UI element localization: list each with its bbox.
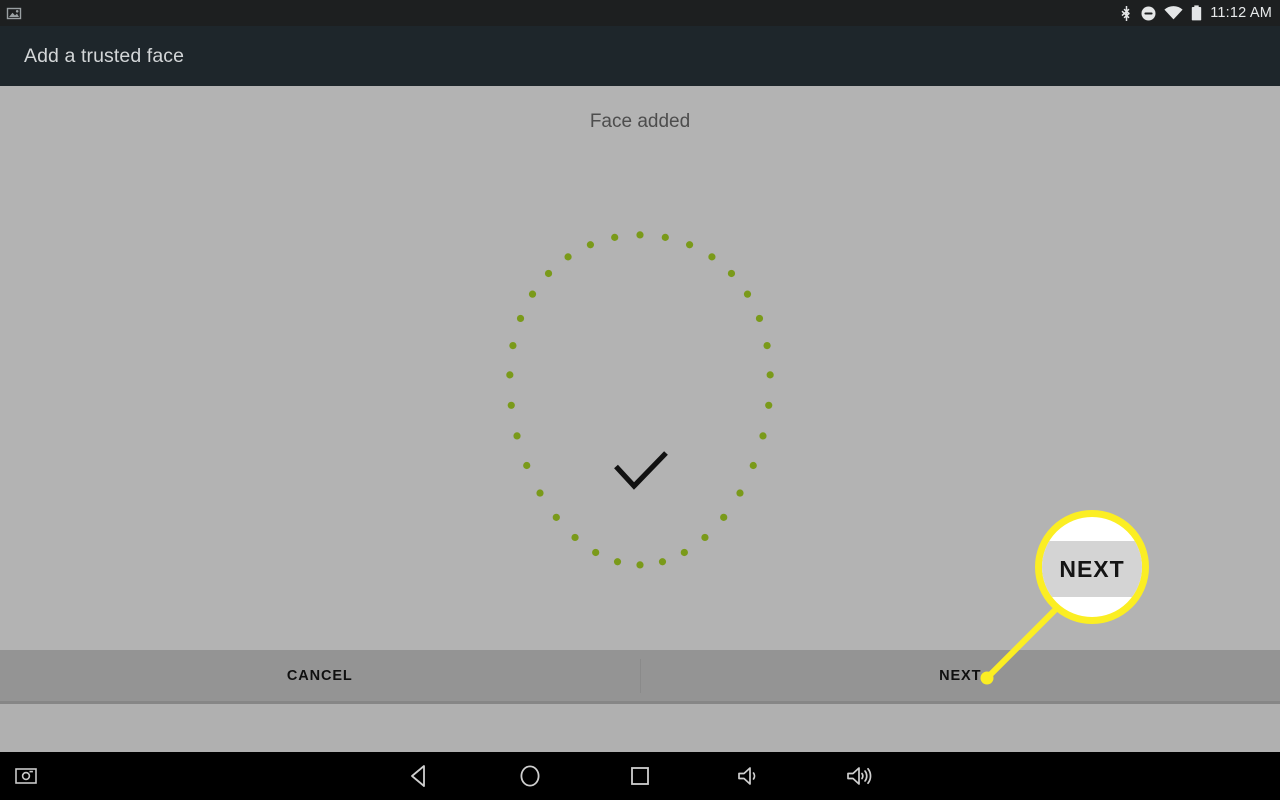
face-status-text: Face added bbox=[589, 111, 691, 132]
status-bar-notifications bbox=[6, 5, 22, 21]
status-bar: 11:12 AM bbox=[0, 0, 1280, 26]
wifi-icon bbox=[1164, 6, 1183, 20]
action-button-bar: CANCEL NEXT bbox=[0, 650, 1280, 701]
page-title: Add a trusted face bbox=[24, 44, 185, 67]
magnified-next-label: NEXT bbox=[1059, 555, 1125, 582]
volume-down-icon[interactable] bbox=[720, 752, 780, 800]
cancel-button[interactable]: CANCEL bbox=[0, 650, 640, 701]
checkmark-icon bbox=[610, 446, 672, 496]
home-icon[interactable] bbox=[500, 752, 560, 800]
face-outline-dotted-oval bbox=[490, 210, 790, 570]
recents-icon[interactable] bbox=[610, 752, 670, 800]
screenshot-image-icon bbox=[6, 5, 22, 21]
battery-icon bbox=[1191, 5, 1202, 21]
next-button[interactable]: NEXT bbox=[641, 650, 1280, 701]
back-icon[interactable] bbox=[390, 752, 450, 800]
android-screen: 11:12 AM Add a trusted face Face added C… bbox=[0, 0, 1280, 800]
do-not-disturb-icon bbox=[1141, 6, 1156, 21]
volume-up-icon[interactable] bbox=[830, 752, 890, 800]
bluetooth-icon bbox=[1120, 5, 1133, 22]
app-header: Add a trusted face bbox=[0, 26, 1280, 86]
content-lower-fill bbox=[0, 704, 1280, 752]
status-bar-system-icons: 11:12 AM bbox=[1120, 5, 1272, 22]
magnifier-callout: NEXT bbox=[1035, 510, 1149, 624]
status-bar-clock: 11:12 AM bbox=[1210, 5, 1272, 21]
screenshot-icon[interactable] bbox=[6, 752, 46, 800]
system-navigation-bar bbox=[0, 752, 1280, 800]
